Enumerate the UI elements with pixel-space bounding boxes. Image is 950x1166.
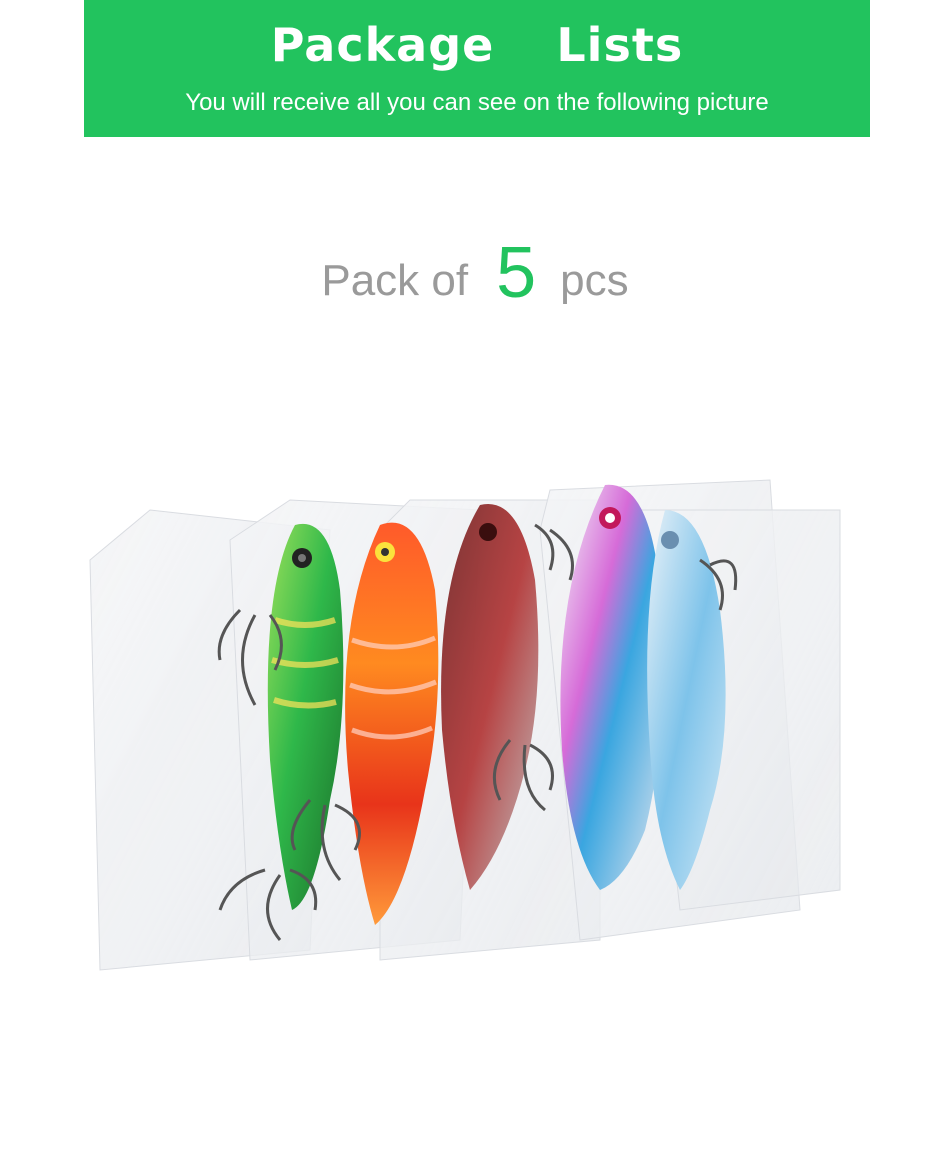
banner-title: Package Lists — [270, 18, 684, 72]
pack-count-line: Pack of 5 pcs — [0, 233, 950, 326]
pack-count: 5 — [496, 233, 537, 313]
pack-suffix: pcs — [560, 256, 629, 305]
product-photo-lures-in-bags — [89, 479, 841, 971]
pack-prefix: Pack of — [321, 256, 469, 305]
package-lists-banner: Package Lists You will receive all you c… — [84, 0, 870, 137]
banner-subtitle: You will receive all you can see on the … — [185, 89, 769, 116]
